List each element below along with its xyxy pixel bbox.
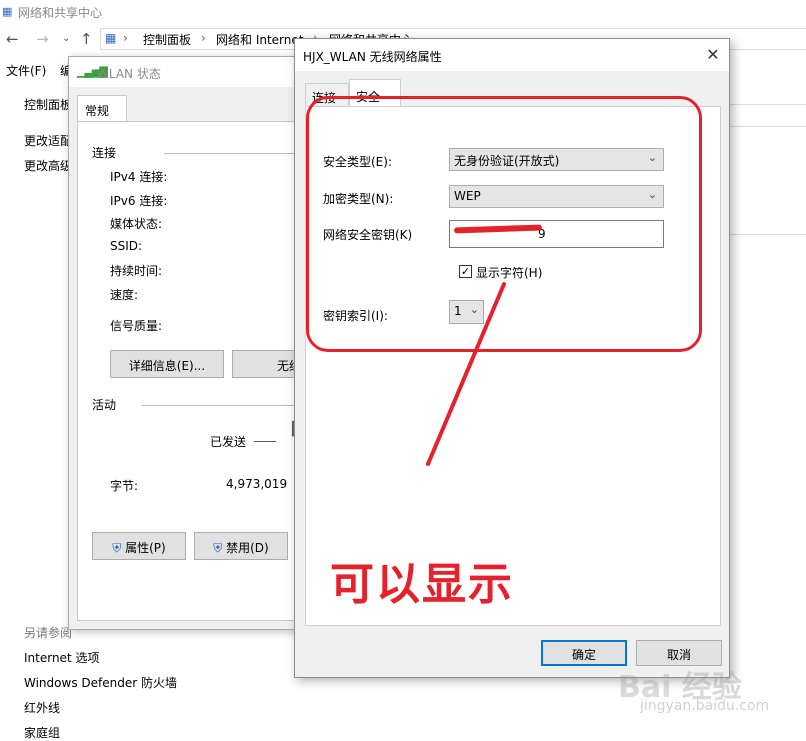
ok-button[interactable]: 确定 <box>541 640 627 666</box>
sent-line <box>254 441 276 442</box>
up-arrow-icon[interactable]: ↑ <box>80 30 93 48</box>
explorer-title-bar: ▦ 网络和共享中心 <box>0 0 806 24</box>
annotation-arrow-line <box>426 282 506 466</box>
link-internet-options[interactable]: Internet 选项 <box>24 649 99 666</box>
activity-group-title: 活动 <box>92 398 117 412</box>
back-arrow-icon[interactable]: ← <box>6 30 19 48</box>
duration-label: 持续时间: <box>110 264 163 278</box>
breadcrumb-control-panel[interactable]: 控制面板 <box>143 31 191 48</box>
bytes-sent-value: 4,973,019 <box>226 477 288 491</box>
tab-general[interactable]: 常规 <box>77 95 127 122</box>
forward-arrow-icon[interactable]: → <box>36 30 49 48</box>
menu-file[interactable]: 文件(F) <box>6 62 46 79</box>
bytes-label: 字节: <box>110 479 139 493</box>
breadcrumb-chevron-icon[interactable]: › <box>123 31 128 45</box>
wlan-title-bar: ▁▃▅▇ WLAN 状态 <box>69 57 307 87</box>
baidu-watermark-url: jingyan.baidu.com <box>640 698 770 714</box>
sent-label: 已发送 <box>210 435 247 449</box>
details-button[interactable]: 详细信息(E)... <box>110 350 224 378</box>
side-change-advanced[interactable]: 更改高级 <box>24 157 72 174</box>
uac-shield-icon: ⛨ <box>213 541 223 555</box>
disable-button-label: 禁用(D) <box>226 541 269 555</box>
link-defender-firewall[interactable]: Windows Defender 防火墙 <box>24 674 177 691</box>
network-center-icon: ▦ <box>2 5 13 18</box>
ssid-label: SSID: <box>110 239 143 253</box>
speed-label: 速度: <box>110 288 139 302</box>
wlan-general-panel: 连接 IPv4 连接: IPv6 连接: 媒体状态: SSID: 持续时间: 速… <box>77 121 312 621</box>
breadcrumb-chevron-icon[interactable]: › <box>201 31 206 45</box>
divider <box>730 104 806 105</box>
wlan-title: WLAN 状态 <box>97 67 161 81</box>
properties-button[interactable]: ⛨ 属性(P) <box>92 532 186 560</box>
side-change-adapter[interactable]: 更改适配 <box>24 132 72 149</box>
recent-chevron-icon[interactable]: ⌄ <box>62 33 70 44</box>
breadcrumb-network-internet[interactable]: 网络和 Internet <box>216 31 303 48</box>
link-infrared[interactable]: 红外线 <box>24 699 60 716</box>
divider <box>730 234 806 235</box>
uac-shield-icon: ⛨ <box>112 541 122 555</box>
media-state-label: 媒体状态: <box>110 217 163 231</box>
ipv6-label: IPv6 连接: <box>110 194 168 208</box>
signal-quality-label: 信号质量: <box>110 319 163 333</box>
properties-button-label: 属性(P) <box>125 541 166 555</box>
wlan-status-window: ▁▃▅▇ WLAN 状态 常规 连接 IPv4 连接: IPv6 连接: 媒体状… <box>68 56 312 630</box>
annotation-caption: 可以显示 <box>330 559 514 610</box>
group-divider <box>164 153 310 154</box>
ipv4-label: IPv4 连接: <box>110 170 168 184</box>
divider <box>730 126 806 127</box>
side-control-panel-home[interactable]: 控制面板 <box>24 96 72 113</box>
link-homegroup[interactable]: 家庭组 <box>24 724 60 741</box>
close-icon[interactable]: ✕ <box>701 45 725 65</box>
see-also-heading: 另请参阅 <box>24 626 73 640</box>
dialog-title: HJX_WLAN 无线网络属性 <box>303 50 442 64</box>
connection-group-title: 连接 <box>92 146 117 160</box>
disable-button[interactable]: ⛨ 禁用(D) <box>194 532 288 560</box>
dialog-title-bar: HJX_WLAN 无线网络属性 ✕ <box>295 39 729 71</box>
explorer-title: 网络和共享中心 <box>18 6 103 20</box>
group-divider <box>142 405 310 406</box>
control-panel-icon: ▦ <box>105 31 117 45</box>
